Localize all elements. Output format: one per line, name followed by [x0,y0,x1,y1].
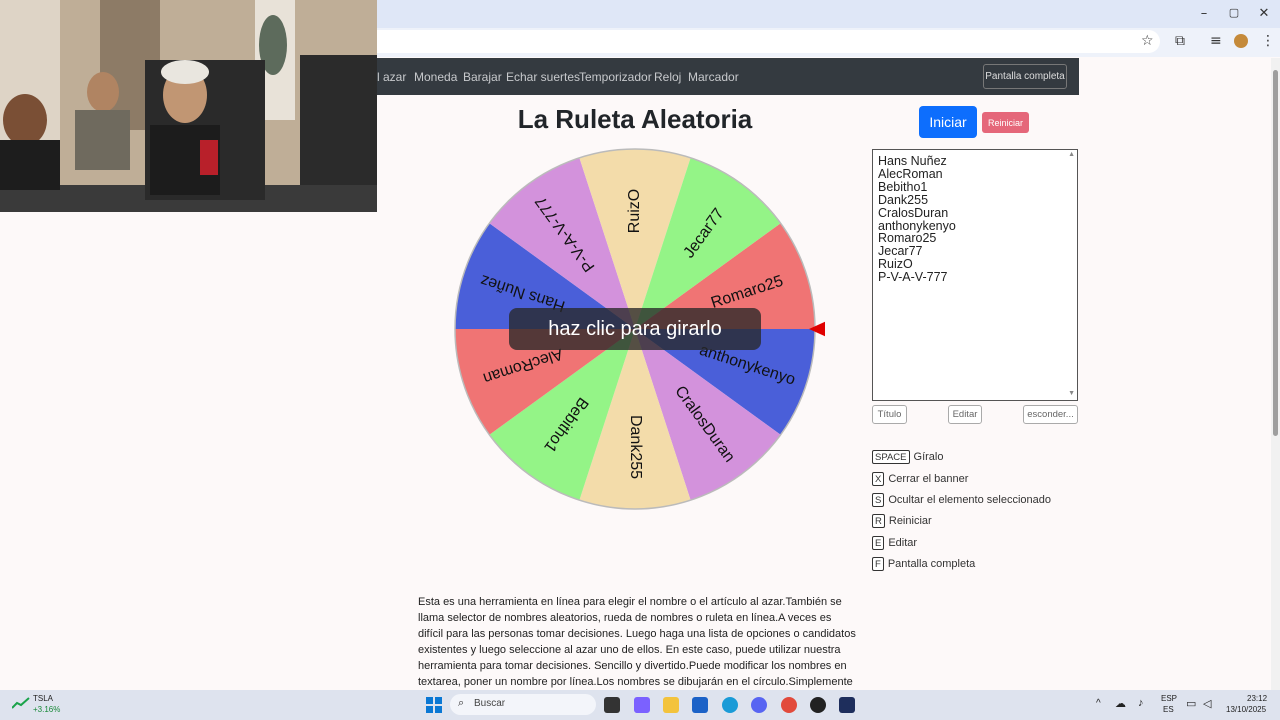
windows-start-icon[interactable] [426,697,442,713]
star-icon[interactable]: ☆ [1141,33,1154,49]
address-bar[interactable] [370,30,1160,53]
hide-button[interactable]: esconder... [1023,405,1078,424]
network-icon[interactable]: ▭ [1186,697,1196,710]
nav-link-temporizador[interactable]: Temporizador [579,70,652,84]
page-title: La Ruleta Aleatoria [517,104,753,134]
name-line: Dank255 [878,192,929,207]
edit-button[interactable]: Editar [948,405,982,424]
name-line: AlecRoman [878,166,943,181]
copilot-icon[interactable] [634,697,650,713]
nav-link-barajar[interactable]: Barajar [463,70,502,84]
clock-date[interactable]: 13/10/2025 [1226,705,1266,714]
minimize-button[interactable]: – [1194,6,1214,21]
wheel-segment-label: Dank255 [627,415,644,479]
shortcut-label: Cerrar el banner [888,473,969,485]
menu-icon[interactable]: ⋮ [1261,33,1275,49]
profile-avatar[interactable] [1234,34,1248,48]
shortcut-label: Reiniciar [888,515,932,527]
wheel-segment-label: RuizO [626,189,643,233]
chrome-icon[interactable] [781,697,797,713]
nav-link-echar-suertes[interactable]: Echar suertes [506,70,580,84]
keyboard-layout: ES [1163,705,1174,714]
clock-time[interactable]: 23:12 [1247,694,1267,703]
file-explorer-icon[interactable] [663,697,679,713]
obs-icon[interactable] [810,697,826,713]
taskbar-search[interactable]: ⌕ Buscar [450,694,596,715]
shortcut-row: S Ocultar el elemento seleccionado [872,492,1051,508]
shortcut-label: Gíralo [913,451,944,463]
page-scrollbar[interactable] [1271,58,1280,690]
shortcut-key: F [872,557,884,571]
shortcut-key: X [872,472,885,486]
reset-button[interactable]: Reiniciar [982,112,1029,133]
fullscreen-button[interactable]: Pantalla completa [983,64,1067,89]
start-button[interactable]: Iniciar [919,106,977,138]
shortcut-label: Ocultar el elemento seleccionado [888,494,1051,506]
nav-link-reloj[interactable]: Reloj [654,70,681,84]
title-button[interactable]: Título [872,405,907,424]
nav-link-marcador[interactable]: Marcador [688,70,739,84]
name-line: Hans Nuñez [878,154,947,168]
name-line: CralosDuran [878,205,949,220]
edge-icon[interactable] [722,697,738,713]
tool-description: Esta es una herramienta en línea para el… [418,596,856,688]
nav-link-azar[interactable]: l azar [377,70,406,84]
stock-chart-icon[interactable] [12,697,30,709]
shortcut-key: SPACE [872,450,910,464]
nav-link-moneda[interactable]: Moneda [414,70,457,84]
spin-overlay-banner[interactable]: haz clic para girarlo [509,308,761,350]
name-line: P-V-A-V-777 [878,270,948,285]
stock-symbol: TSLA [33,694,54,703]
stock-change: +3.16% [33,705,61,714]
shortcut-row: X Cerrar el banner [872,471,968,487]
media-icon[interactable]: ≡ [1210,33,1222,49]
shortcut-key: R [872,514,885,528]
name-line: Bebitho1 [878,179,928,194]
scrollbar-thumb[interactable] [1273,70,1278,436]
tray-chevron-icon[interactable]: ^ [1096,698,1101,709]
shortcut-label: Editar [888,537,918,549]
close-window-button[interactable]: ✕ [1254,6,1274,21]
cloud-icon[interactable]: ☁ [1115,697,1126,710]
language-indicator[interactable]: ESP [1161,694,1177,703]
scroll-up-arrow-icon[interactable]: ▲ [1068,151,1075,158]
names-textarea[interactable]: Hans Nuñez AlecRoman Bebitho1 Dank255 Cr… [872,149,1078,401]
shortcut-key: E [872,536,885,550]
app-icon[interactable] [839,697,855,713]
search-icon: ⌕ [458,697,465,709]
shortcut-label: Pantalla completa [887,558,976,570]
shortcut-row: SPACE Gíralo [872,449,943,465]
discord-icon[interactable] [751,697,767,713]
webcam-overlay [0,0,377,212]
scroll-down-arrow-icon[interactable]: ▼ [1068,390,1075,397]
search-placeholder: Buscar [474,698,506,709]
extensions-icon[interactable]: ⧉ [1175,33,1185,49]
task-view-icon[interactable] [604,697,620,713]
shortcut-key: S [872,493,885,507]
shortcut-row: R Reiniciar [872,513,932,529]
shortcut-row: F Pantalla completa [872,556,975,572]
microphone-icon[interactable]: ♪ [1138,697,1144,709]
maximize-button[interactable]: ▢ [1224,6,1244,19]
store-icon[interactable] [692,697,708,713]
shortcut-row: E Editar [872,535,917,551]
volume-icon[interactable]: ◁ [1203,697,1211,710]
